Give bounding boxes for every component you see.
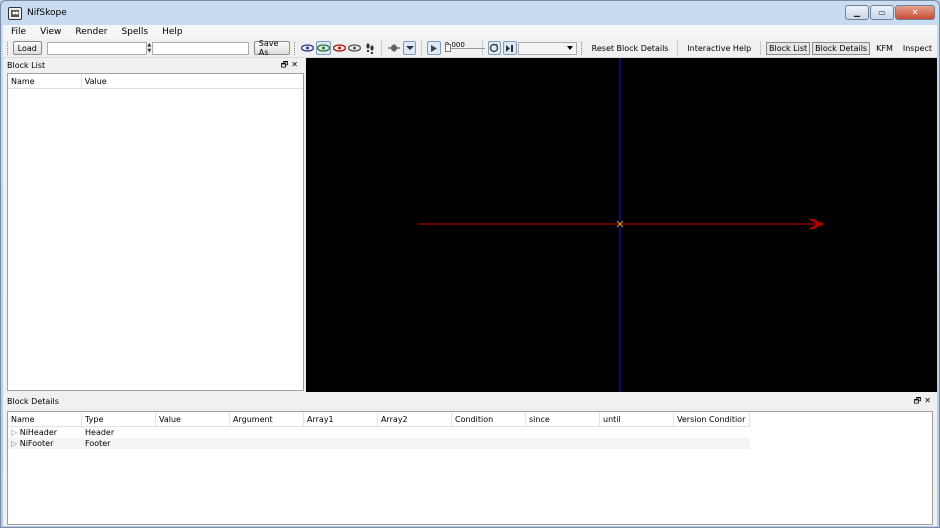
interactive-help-button[interactable]: Interactive Help xyxy=(687,44,751,53)
time-slider[interactable]: 0.000 xyxy=(444,41,485,54)
column-condition[interactable]: Condition xyxy=(452,412,526,426)
column-until[interactable]: until xyxy=(600,412,674,426)
block-details-dock-controls: 🗗✕ xyxy=(914,395,934,409)
save-as-button[interactable]: Save As xyxy=(253,39,290,57)
client-area: File View Render Spells Help Load ▲ ▼ Sav… xyxy=(3,25,937,526)
row-name: NiHeader xyxy=(19,428,58,437)
render-viewport[interactable] xyxy=(306,58,937,392)
column-since[interactable]: since xyxy=(526,412,600,426)
float-icon[interactable]: 🗗 xyxy=(914,396,925,405)
toolbar-separator-4 xyxy=(677,41,679,55)
chevron-down-icon xyxy=(567,45,574,50)
window-title: NifSkope xyxy=(27,8,67,18)
toolbar-separator-2 xyxy=(421,41,423,55)
column-type[interactable]: Type xyxy=(82,412,156,426)
kfm-toggle[interactable]: KFM xyxy=(876,44,893,53)
table-row[interactable]: ▷ NiFooter Footer xyxy=(8,438,750,449)
toolbar-separator-5 xyxy=(760,41,761,55)
menu-bar: File View Render Spells Help xyxy=(3,25,937,39)
menu-view[interactable]: View xyxy=(40,27,61,37)
inspect-toggle[interactable]: Inspect xyxy=(903,44,932,53)
maximize-icon: ▭ xyxy=(878,8,886,17)
row-type: Header xyxy=(85,428,115,437)
main-toolbar: Load ▲ ▼ Save As 0.000 Reset Block Detai… xyxy=(3,39,937,58)
column-name[interactable]: Name xyxy=(8,74,82,88)
block-list-tree[interactable]: Name Value xyxy=(7,73,304,391)
reset-block-details-button[interactable]: Reset Block Details xyxy=(592,44,669,53)
column-version-condition[interactable]: Version Conditior xyxy=(674,412,750,426)
block-list-toggle[interactable]: Block List xyxy=(766,41,811,55)
menu-spells[interactable]: Spells xyxy=(121,27,148,37)
maximize-button[interactable]: ▭ xyxy=(870,5,894,20)
block-list-dock-title[interactable]: Block List 🗗✕ xyxy=(3,59,304,72)
float-icon[interactable]: 🗗 xyxy=(281,60,292,69)
block-details-toggle[interactable]: Block Details xyxy=(812,41,871,55)
load-button[interactable]: Load xyxy=(12,41,42,55)
toolbar-grip[interactable] xyxy=(7,41,10,55)
switch-sequence-icon[interactable] xyxy=(503,41,517,55)
loop-icon[interactable] xyxy=(487,41,501,55)
block-details-tree[interactable]: Name Type Value Argument Array1 Array2 C… xyxy=(7,411,933,525)
row-type: Footer xyxy=(85,439,111,448)
lighting-eye-icon[interactable] xyxy=(347,41,361,55)
play-icon[interactable] xyxy=(427,41,441,55)
column-value[interactable]: Value xyxy=(156,412,230,426)
column-value[interactable]: Value xyxy=(82,74,303,88)
app-icon xyxy=(8,6,22,20)
view-dropdown-icon[interactable] xyxy=(402,41,417,55)
axes-icon[interactable] xyxy=(387,41,401,55)
toolbar-grip-2[interactable] xyxy=(293,41,297,55)
expand-arrow-icon[interactable]: ▷ xyxy=(11,428,17,437)
main-window: NifSkope ▁ ▭ ✕ File View Render Spells H… xyxy=(0,0,940,528)
menu-help[interactable]: Help xyxy=(162,27,183,37)
block-list-dock-controls: 🗗✕ xyxy=(281,59,301,73)
title-bar[interactable]: NifSkope ▁ ▭ ✕ xyxy=(1,1,939,25)
textures-eye-icon[interactable] xyxy=(315,41,331,55)
footprints-icon[interactable] xyxy=(363,41,376,55)
toolbar-separator xyxy=(381,41,382,55)
column-array2[interactable]: Array2 xyxy=(378,412,452,426)
column-argument[interactable]: Argument xyxy=(230,412,304,426)
row-name: NiFooter xyxy=(19,439,54,448)
block-details-dock-title[interactable]: Block Details 🗗✕ xyxy=(3,395,937,408)
close-icon[interactable]: ✕ xyxy=(291,60,301,69)
axes-gizmo xyxy=(418,58,825,392)
close-icon: ✕ xyxy=(911,8,919,17)
block-list-title: Block List xyxy=(7,61,46,70)
expand-arrow-icon[interactable]: ▷ xyxy=(11,439,17,448)
menu-file[interactable]: File xyxy=(11,27,26,37)
close-icon[interactable]: ✕ xyxy=(924,396,934,405)
minimize-button[interactable]: ▁ xyxy=(845,5,869,20)
minimize-icon: ▁ xyxy=(853,8,861,17)
column-array1[interactable]: Array1 xyxy=(304,412,378,426)
save-path-input[interactable] xyxy=(151,41,249,55)
column-name[interactable]: Name xyxy=(8,412,82,426)
time-slider-thumb[interactable] xyxy=(444,44,451,52)
time-slider-track xyxy=(444,48,485,49)
view-eye-icon[interactable] xyxy=(300,41,314,55)
block-details-header: Name Type Value Argument Array1 Array2 C… xyxy=(8,412,750,427)
menu-render[interactable]: Render xyxy=(75,27,107,37)
block-list-header: Name Value xyxy=(8,74,303,89)
close-button[interactable]: ✕ xyxy=(895,5,935,20)
toolbar-grip-3[interactable] xyxy=(581,41,584,55)
load-path-input[interactable] xyxy=(46,41,147,55)
shaders-eye-icon[interactable] xyxy=(332,41,346,55)
table-row[interactable]: ▷ NiHeader Header xyxy=(8,427,750,438)
animation-sequence-select[interactable] xyxy=(517,41,578,55)
block-details-title: Block Details xyxy=(7,397,59,406)
